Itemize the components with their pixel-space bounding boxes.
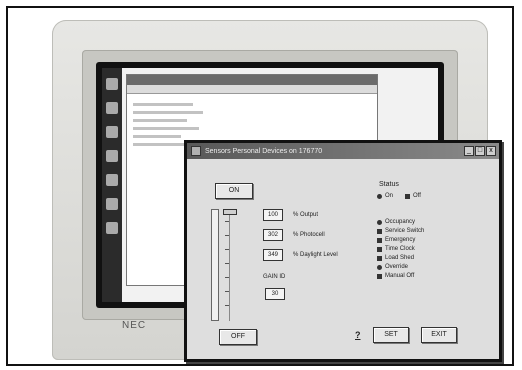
help-button[interactable]: ? (355, 330, 361, 340)
sensors-dialog: Sensors Personal Devices on 176770 _ □ x… (184, 140, 502, 362)
taskbar-app-icon[interactable] (106, 150, 118, 162)
slider-tick (225, 235, 229, 236)
status-item: Emergency (377, 237, 415, 243)
flag-icon (377, 273, 382, 279)
taskbar[interactable] (102, 68, 122, 302)
status-item-label: Load Shed (385, 255, 415, 261)
off-button[interactable]: OFF (219, 329, 257, 345)
slider-tick (225, 221, 229, 222)
taskbar-app-icon[interactable] (106, 222, 118, 234)
window-controls: _ □ x (464, 146, 496, 156)
close-button[interactable]: x (486, 146, 496, 156)
status-item: Service Switch (377, 228, 424, 234)
status-item: Override (377, 264, 408, 270)
list-item (133, 103, 193, 106)
app-icon (191, 146, 201, 156)
list-item (133, 135, 181, 138)
slider-tick (225, 305, 229, 306)
list-item (133, 119, 187, 122)
flag-icon (377, 228, 382, 234)
slider-tick (225, 277, 229, 278)
status-item-label: Manual Off (385, 273, 415, 279)
status-on[interactable]: On (377, 193, 393, 199)
slider-tick (225, 263, 229, 264)
gain-label: GAIN ID (263, 274, 286, 280)
status-item: Load Shed (377, 255, 414, 261)
background-window-titlebar[interactable] (127, 75, 377, 85)
output-slider-thumb[interactable] (223, 209, 237, 215)
status-item-label: Occupancy (385, 219, 416, 225)
taskbar-app-icon[interactable] (106, 126, 118, 138)
maximize-button[interactable]: □ (475, 146, 485, 156)
status-on-label: On (385, 193, 394, 199)
photocell-value[interactable]: 302 (263, 229, 283, 241)
dialog-title: Sensors Personal Devices on 176770 (205, 147, 323, 155)
background-window-toolbar[interactable] (127, 85, 377, 94)
status-item: Time Clock (377, 246, 415, 252)
flag-icon (377, 255, 382, 261)
status-title: Status (379, 181, 399, 188)
radio-icon (377, 193, 382, 199)
daylight-value[interactable]: 349 (263, 249, 283, 261)
gain-value[interactable]: 30 (265, 288, 285, 300)
status-item-label: Emergency (385, 237, 416, 243)
status-item: Occupancy (377, 219, 415, 225)
status-item: Manual Off (377, 273, 414, 279)
taskbar-app-icon[interactable] (106, 174, 118, 186)
output-value[interactable]: 100 (263, 209, 283, 221)
monitor-brand: NEC (122, 320, 147, 331)
flag-icon (377, 237, 382, 243)
exit-button[interactable]: EXIT (421, 327, 457, 343)
dialog-titlebar[interactable]: Sensors Personal Devices on 176770 _ □ x (187, 143, 499, 159)
flag-icon (377, 246, 382, 252)
indicator-icon (377, 264, 382, 270)
list-item (133, 127, 199, 130)
output-slider-track[interactable] (211, 209, 219, 321)
slider-tick (225, 249, 229, 250)
on-button[interactable]: ON (215, 183, 253, 199)
status-item-label: Time Clock (385, 246, 415, 252)
set-button[interactable]: SET (373, 327, 409, 343)
daylight-label: % Daylight Level (293, 252, 338, 258)
taskbar-app-icon[interactable] (106, 198, 118, 210)
taskbar-app-icon[interactable] (106, 102, 118, 114)
status-off[interactable]: Off (405, 193, 421, 199)
taskbar-app-icon[interactable] (106, 78, 118, 90)
photo-frame: NEC Sensors Personal Devices on 176770 _… (6, 6, 514, 366)
flag-icon (405, 193, 410, 199)
status-item-label: Service Switch (385, 228, 425, 234)
slider-scale (229, 209, 230, 321)
slider-tick (225, 291, 229, 292)
indicator-icon (377, 219, 382, 225)
photocell-label: % Photocell (293, 232, 325, 238)
output-label: % Output (293, 212, 319, 218)
minimize-button[interactable]: _ (464, 146, 474, 156)
status-item-label: Override (385, 264, 409, 270)
status-off-label: Off (413, 193, 421, 199)
list-item (133, 111, 203, 114)
